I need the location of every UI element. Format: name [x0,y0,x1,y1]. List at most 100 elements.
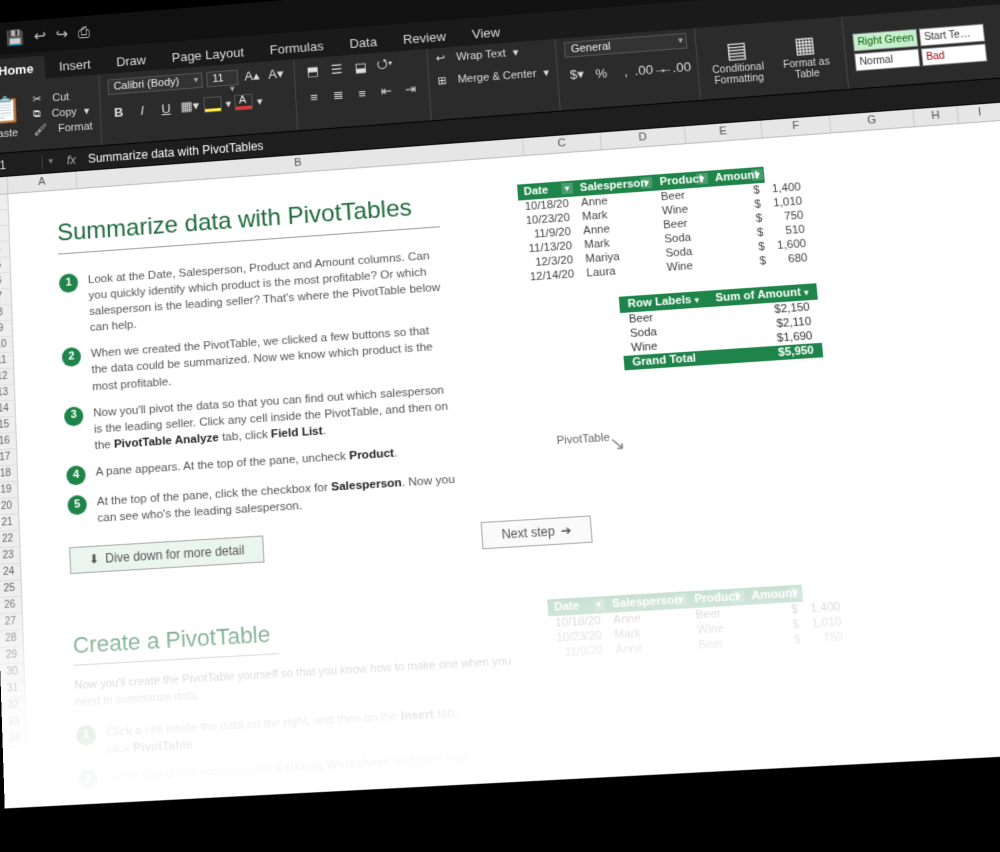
italic-button[interactable]: I [132,99,153,120]
row-header[interactable]: 26 [0,597,23,615]
font-color-button[interactable]: A [235,94,254,111]
increase-indent-icon[interactable]: ⇥ [400,79,421,100]
align-top-icon[interactable]: ⬒ [302,61,323,82]
orientation-icon[interactable]: ⭯▾ [374,55,395,76]
filter-dropdown-icon[interactable]: ▾ [593,598,606,610]
row-header[interactable]: 19 [0,482,19,500]
align-bottom-icon[interactable]: ⬓ [350,57,371,78]
style-start[interactable]: Start Te… [919,23,986,46]
row-header[interactable]: 10 [0,336,14,354]
row-header[interactable]: 28 [0,630,24,648]
filter-dropdown-icon[interactable]: ▾ [732,590,745,602]
percent-icon[interactable]: % [590,62,612,83]
name-box-dd-icon[interactable]: ▾ [42,155,59,167]
merge-icon: ⊞ [437,74,447,87]
row-header[interactable]: 23 [0,547,21,565]
name-box[interactable]: A1 [0,155,43,173]
row-header[interactable]: 33 [2,714,27,732]
align-left-icon[interactable]: ≡ [304,86,325,107]
row-header[interactable]: 15 [0,417,17,435]
row-header[interactable]: 24 [0,564,22,582]
style-bad[interactable]: Bad [921,43,988,66]
decrease-indent-icon[interactable]: ⇤ [376,81,397,102]
filter-dropdown-icon[interactable]: ▾ [789,587,802,599]
paste-button[interactable]: 📋 Paste [0,93,28,140]
col-header[interactable]: I [957,103,1000,123]
grow-font-icon[interactable]: A▴ [242,66,263,87]
currency-icon[interactable]: $▾ [566,64,588,85]
wrap-text-button[interactable]: ↩ Wrap Text ▾ [435,46,519,65]
row-header[interactable]: 30 [0,663,25,681]
filter-dropdown-icon[interactable]: ▾ [675,593,688,605]
row-header[interactable]: 18 [0,465,18,483]
row-header[interactable]: 32 [1,697,26,715]
format-as-table-button[interactable]: ▦ Format as Table [772,30,839,82]
style-normal[interactable]: Normal [854,48,920,71]
fill-color-button[interactable] [203,96,222,113]
filter-dropdown-icon[interactable]: ▾ [696,173,708,185]
row-header[interactable]: 34 [2,731,27,749]
dive-down-button[interactable]: ⬇ Dive down for more detail [69,536,265,575]
row-header[interactable]: 27 [0,613,23,631]
row-header[interactable]: 17 [0,449,18,467]
step-text: In the dialog that appears, click Existi… [108,749,478,803]
step-text: Click a cell inside the data on the righ… [106,704,474,758]
next-step-button[interactable]: Next step ➔ [481,516,593,550]
row-header[interactable]: 16 [0,433,17,451]
row-header[interactable]: 9 [0,320,13,338]
shrink-font-icon[interactable]: A▾ [265,64,286,85]
table-header[interactable]: Date▾ [547,596,606,616]
filter-dropdown-icon[interactable]: ▾ [751,169,763,181]
quick-access-toolbar: ● 💾 ↩ ↪ ⎙ [0,23,90,48]
scissors-icon: ✂ [32,92,41,105]
style-right-green[interactable]: Right Green B… [852,28,918,51]
row-header[interactable]: 22 [0,531,20,549]
qat-print-icon[interactable]: ⎙ [78,24,90,41]
qat-undo-icon[interactable]: ↩ [34,27,47,45]
row-header[interactable]: 29 [0,647,24,665]
copy-button[interactable]: ⧉ Copy ▾ [33,104,90,121]
qat-save-icon[interactable]: 💾 [6,29,25,48]
format-painter-button[interactable]: 🖌 Format [33,120,92,137]
filter-dropdown-icon[interactable]: ▾ [694,295,699,304]
row-header[interactable]: 7 [0,289,12,307]
row-header[interactable]: 14 [0,401,16,419]
decrease-decimal-icon[interactable]: ←.00 [664,57,686,78]
col-header[interactable]: H [913,106,959,126]
row-header[interactable]: 12 [0,368,15,386]
row-header[interactable]: 11 [0,352,14,370]
row-header[interactable]: 13 [0,384,15,402]
merge-center-button[interactable]: ⊞ Merge & Center ▾ [437,66,550,87]
table-header[interactable]: Amount▾ [744,585,803,605]
worksheet[interactable]: 1234567891011121314151617181920212223242… [0,116,1000,808]
underline-button[interactable]: U [156,98,177,119]
row-header[interactable]: 21 [0,514,20,532]
bold-button[interactable]: B [108,101,129,122]
group-font: Calibri (Body) 11 A▴ A▾ B I U ▦▾ ▾ A▾ [99,59,298,145]
table-header[interactable]: Product▾ [687,588,746,608]
row-header[interactable]: 25 [0,580,22,598]
fx-icon[interactable]: fx [59,152,85,168]
row-header[interactable]: 20 [0,498,19,516]
filter-dropdown-icon[interactable]: ▾ [641,177,653,189]
section2-intro: Now you'll create the PivotTable yoursel… [74,654,513,711]
row-header[interactable]: 6 [0,273,12,291]
filter-dropdown-icon[interactable]: ▾ [804,288,809,297]
filter-dropdown-icon[interactable]: ▾ [561,183,573,195]
cut-button[interactable]: ✂ Cut [32,90,69,105]
align-center-icon[interactable]: ≣ [328,84,349,105]
pivot-table[interactable]: Row Labels ▾Sum of Amount ▾Beer$2,150Sod… [619,283,823,370]
section2-title: Create a PivotTable [72,621,279,666]
number-format-dropdown[interactable]: General [564,33,688,58]
row-header[interactable]: 31 [1,680,26,698]
align-right-icon[interactable]: ≡ [352,83,373,104]
row-header[interactable]: 8 [0,305,13,323]
borders-button[interactable]: ▦▾ [179,96,200,117]
font-size-dropdown[interactable]: 11 [206,70,239,88]
align-middle-icon[interactable]: ☰ [326,59,347,80]
group-clipboard: 📋 Paste ✂ Cut ⧉ Copy ▾ 🖌 Format [0,74,102,154]
qat-redo-icon[interactable]: ↪ [56,25,69,43]
font-name-dropdown[interactable]: Calibri (Body) [107,72,202,95]
step-number-badge: 1 [59,273,79,293]
conditional-formatting-button[interactable]: ▤ Conditional Formatting [705,35,771,87]
